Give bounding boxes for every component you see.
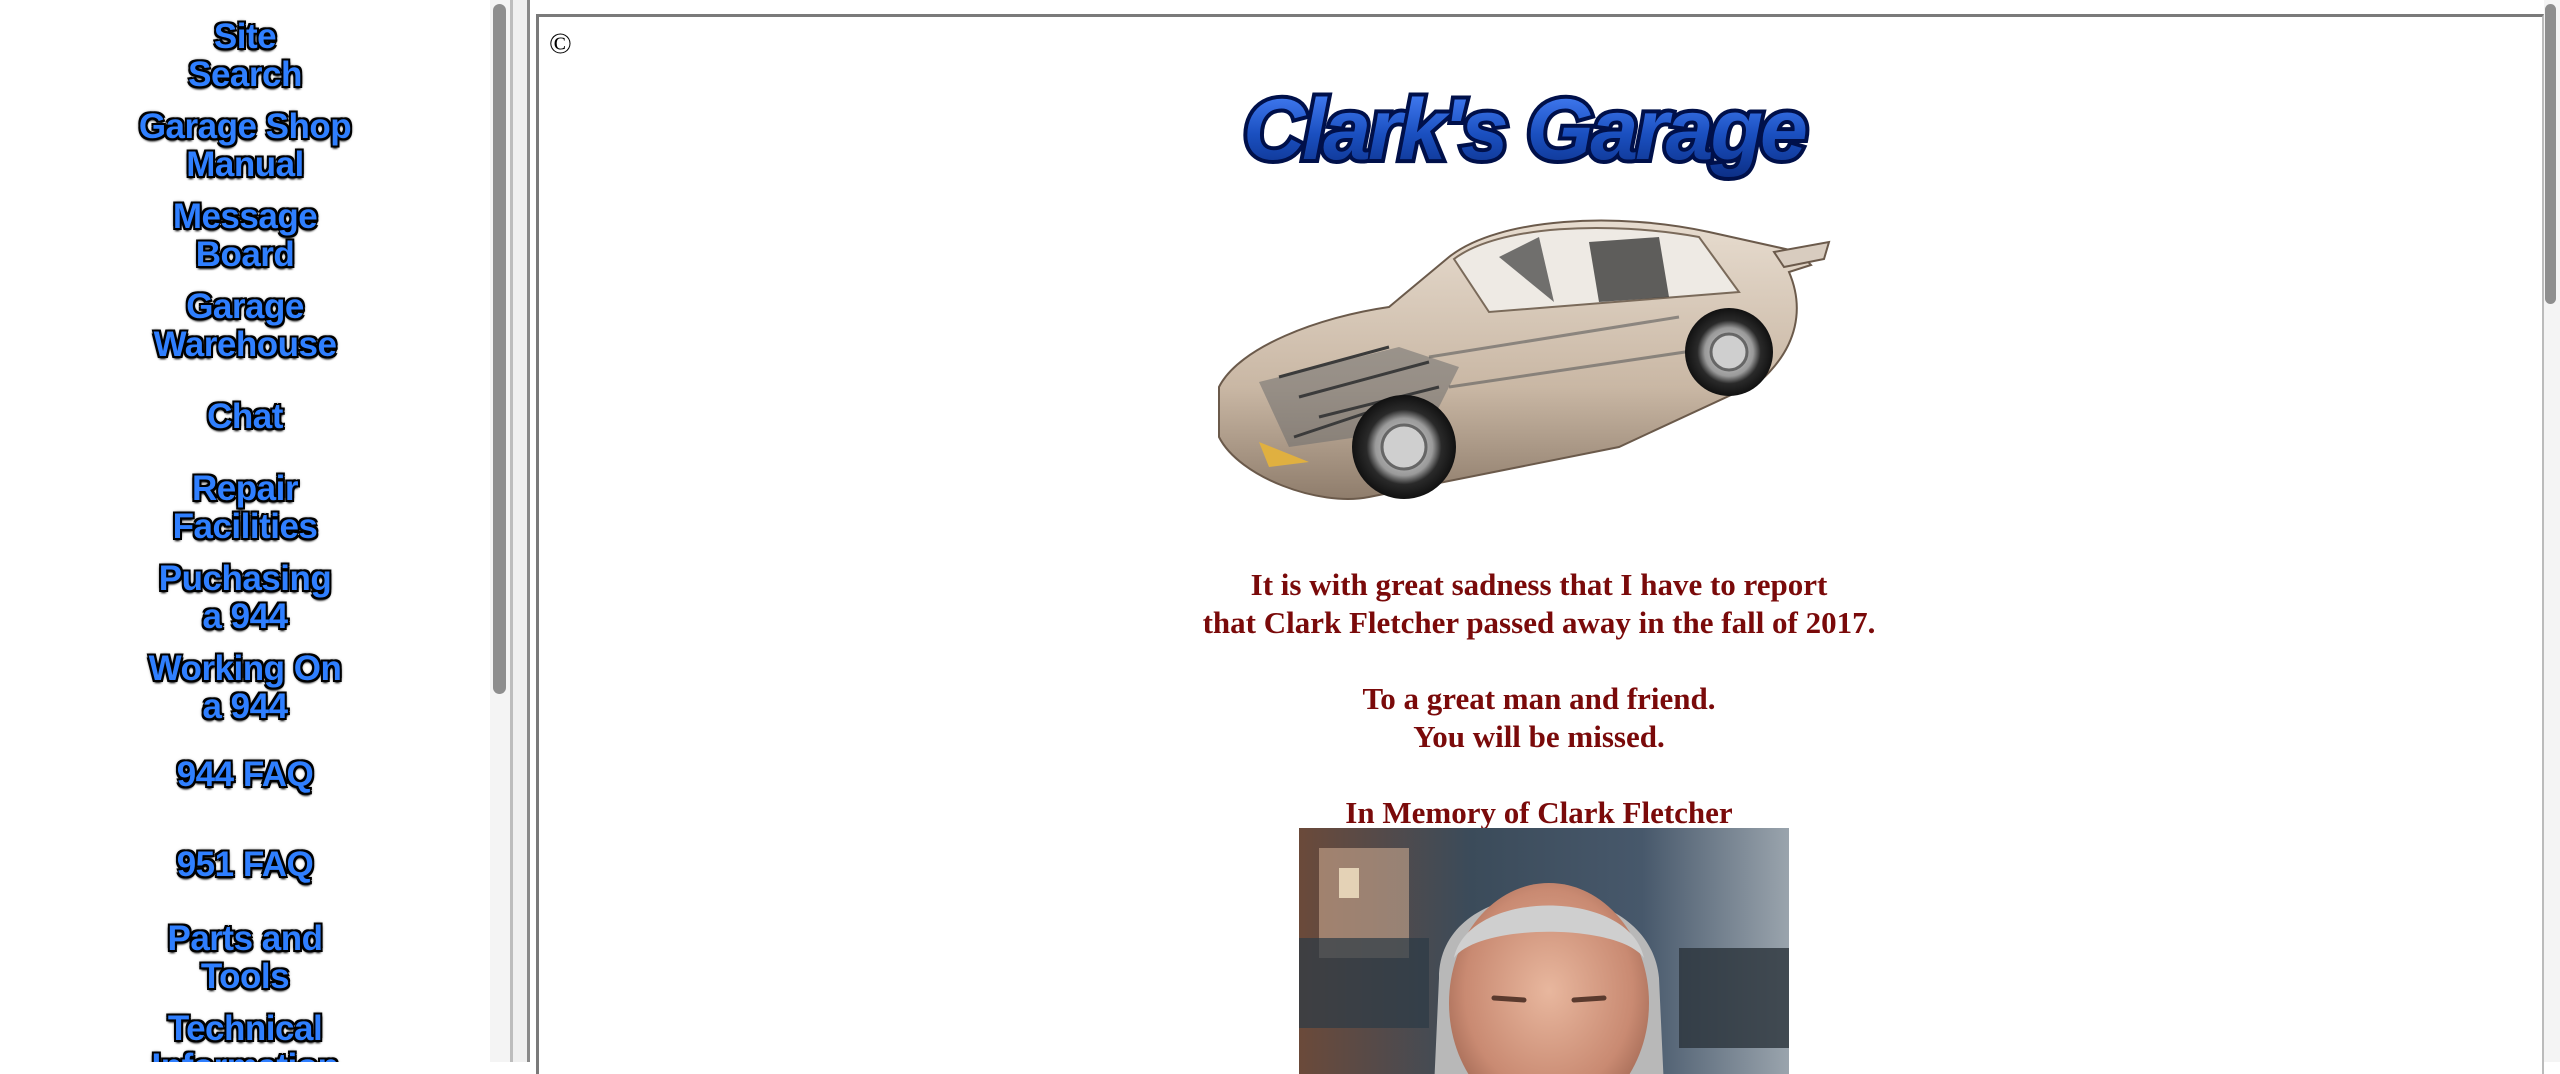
nav-item-label: Warehouse: [153, 325, 338, 365]
nav-frame: Site Search Garage Shop Manual Message B…: [0, 0, 512, 1062]
nav-item-944-faq[interactable]: 944 FAQ: [0, 755, 490, 795]
nav-item-label: a 944: [201, 687, 289, 727]
content-scrollbar-thumb[interactable]: [2545, 4, 2556, 304]
nav-item-label: Board: [195, 235, 296, 275]
nav-item-garage-shop-manual[interactable]: Garage Shop Manual: [0, 107, 490, 185]
nav-item-label: Repair: [191, 469, 299, 509]
memorial-line-2: that Clark Fletcher passed away in the f…: [1202, 605, 1876, 640]
nav-item-label: Parts and: [167, 919, 325, 959]
nav-item-951-faq[interactable]: 951 FAQ: [0, 845, 490, 885]
nav-item-working-on-a-944[interactable]: Working On a 944: [0, 649, 490, 727]
memorial-line-1: It is with great sadness that I have to …: [1250, 567, 1828, 602]
nav-item-message-board[interactable]: Message Board: [0, 197, 490, 275]
nav-item-chat[interactable]: Chat: [0, 397, 490, 437]
nav-item-label: Search: [187, 55, 303, 95]
nav-item-site-search[interactable]: Site Search: [0, 17, 490, 95]
nav-item-label: Message: [172, 197, 319, 237]
nav-item-label: Tools: [200, 957, 291, 997]
nav-item-label: 951 FAQ: [176, 845, 315, 885]
nav-item-garage-warehouse[interactable]: Garage Warehouse: [0, 287, 490, 365]
memorial-line-3: To a great man and friend.: [1362, 681, 1716, 716]
nav-item-label: Puchasing: [158, 559, 333, 599]
site-logo: Clark's Garage: [1239, 78, 1813, 182]
nav-item-label: 944 FAQ: [176, 755, 315, 795]
copyright-symbol: ©: [549, 27, 572, 60]
nav-item-technical-information[interactable]: Technical Information: [0, 1009, 490, 1063]
nav-item-label: Chat: [206, 397, 284, 437]
nav-item-label: Site: [213, 17, 278, 57]
logo-text: Clark's Garage: [1243, 82, 1806, 178]
nav-item-label: a 944: [201, 597, 289, 637]
frame-divider[interactable]: [510, 0, 530, 1062]
content-frame: © Clark's Garage It is with great sadnes…: [536, 14, 2544, 1074]
nav-item-purchasing-a-944[interactable]: Puchasing a 944: [0, 559, 490, 637]
memorial-line-4: You will be missed.: [1413, 719, 1665, 754]
nav-item-label: Garage: [185, 287, 305, 327]
memorial-heading: In Memory of Clark Fletcher: [1345, 795, 1733, 830]
nav-item-parts-and-tools[interactable]: Parts and Tools: [0, 919, 490, 997]
nav-item-label: Garage Shop: [138, 107, 353, 147]
nav-item-label: Facilities: [172, 507, 319, 547]
nav-item-label: Technical: [167, 1009, 324, 1049]
car-cutaway-image: [1218, 219, 1831, 500]
nav-item-label: Working On: [148, 649, 343, 689]
nav-item-label: Manual: [185, 145, 305, 185]
nav-item-repair-facilities[interactable]: Repair Facilities: [0, 469, 490, 547]
portrait-photo: [1299, 828, 1789, 1074]
nav-item-label: Information: [0, 1047, 490, 1063]
nav-scrollbar-thumb[interactable]: [493, 4, 506, 694]
